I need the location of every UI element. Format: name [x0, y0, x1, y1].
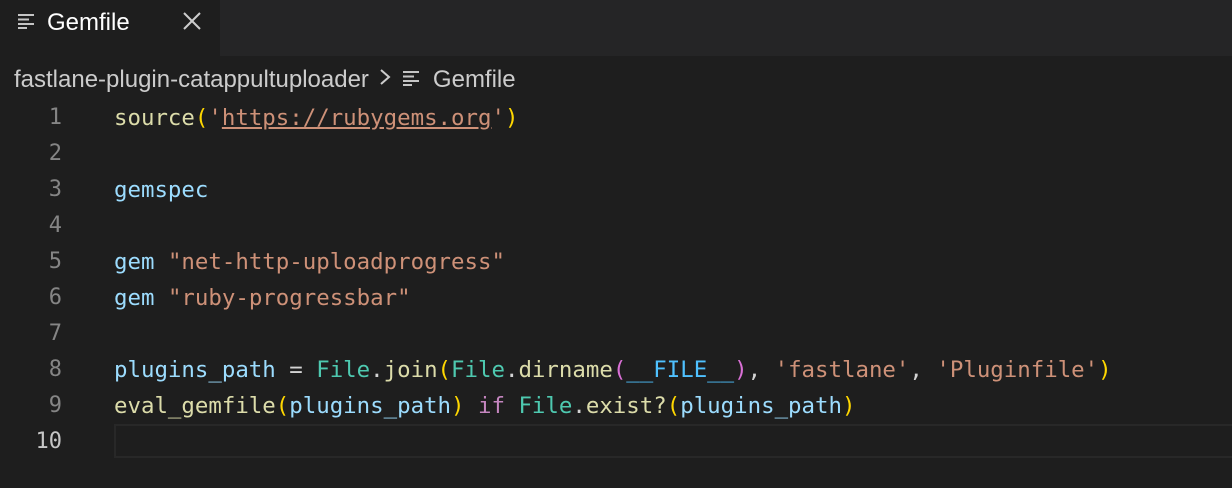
code-editor[interactable]: 1 source('https://rubygems.org') 2 3 gem…: [0, 100, 1232, 488]
code-line: 7: [0, 316, 1232, 352]
code-line-active: 10: [0, 424, 1232, 460]
code-line: 4: [0, 208, 1232, 244]
code-line: 9 eval_gemfile(plugins_path) if File.exi…: [0, 388, 1232, 424]
line-number: 3: [48, 177, 62, 202]
line-content: eval_gemfile(plugins_path) if File.exist…: [114, 393, 856, 419]
line-number: 5: [48, 249, 62, 274]
code-line: 2: [0, 136, 1232, 172]
tab-bar: Gemfile: [0, 0, 1232, 56]
breadcrumb: fastlane-plugin-catappultuploader Gemfil…: [14, 64, 516, 96]
tab-label: Gemfile: [47, 9, 130, 36]
line-number: 4: [48, 213, 62, 238]
chevron-right-icon: [379, 66, 391, 94]
line-number: 10: [35, 429, 63, 454]
line-content: gem "net-http-uploadprogress": [114, 249, 505, 275]
lines-icon: [18, 13, 36, 34]
line-number: 9: [48, 393, 62, 418]
line-number: 1: [48, 105, 62, 130]
code-line: 3 gemspec: [0, 172, 1232, 208]
line-number: 7: [48, 321, 62, 346]
code-line: 6 gem "ruby-progressbar": [0, 280, 1232, 316]
lines-icon: [402, 66, 421, 94]
url-link[interactable]: https://rubygems.org: [222, 105, 492, 131]
line-content: gem "ruby-progressbar": [114, 285, 411, 311]
line-content: source('https://rubygems.org'): [114, 105, 519, 131]
breadcrumb-file[interactable]: Gemfile: [433, 66, 516, 94]
line-number: 8: [48, 357, 62, 382]
line-content: gemspec: [114, 177, 209, 203]
code-line: 8 plugins_path = File.join(File.dirname(…: [0, 352, 1232, 388]
code-line: 1 source('https://rubygems.org'): [0, 100, 1232, 136]
current-line-highlight: [114, 424, 1232, 458]
line-number: 6: [48, 285, 62, 310]
breadcrumb-folder[interactable]: fastlane-plugin-catappultuploader: [14, 66, 369, 94]
line-content: plugins_path = File.join(File.dirname(__…: [114, 357, 1112, 383]
tab-gemfile[interactable]: Gemfile: [0, 0, 220, 56]
code-line: 5 gem "net-http-uploadprogress": [0, 244, 1232, 280]
close-icon[interactable]: [181, 10, 203, 32]
line-number: 2: [48, 141, 62, 166]
